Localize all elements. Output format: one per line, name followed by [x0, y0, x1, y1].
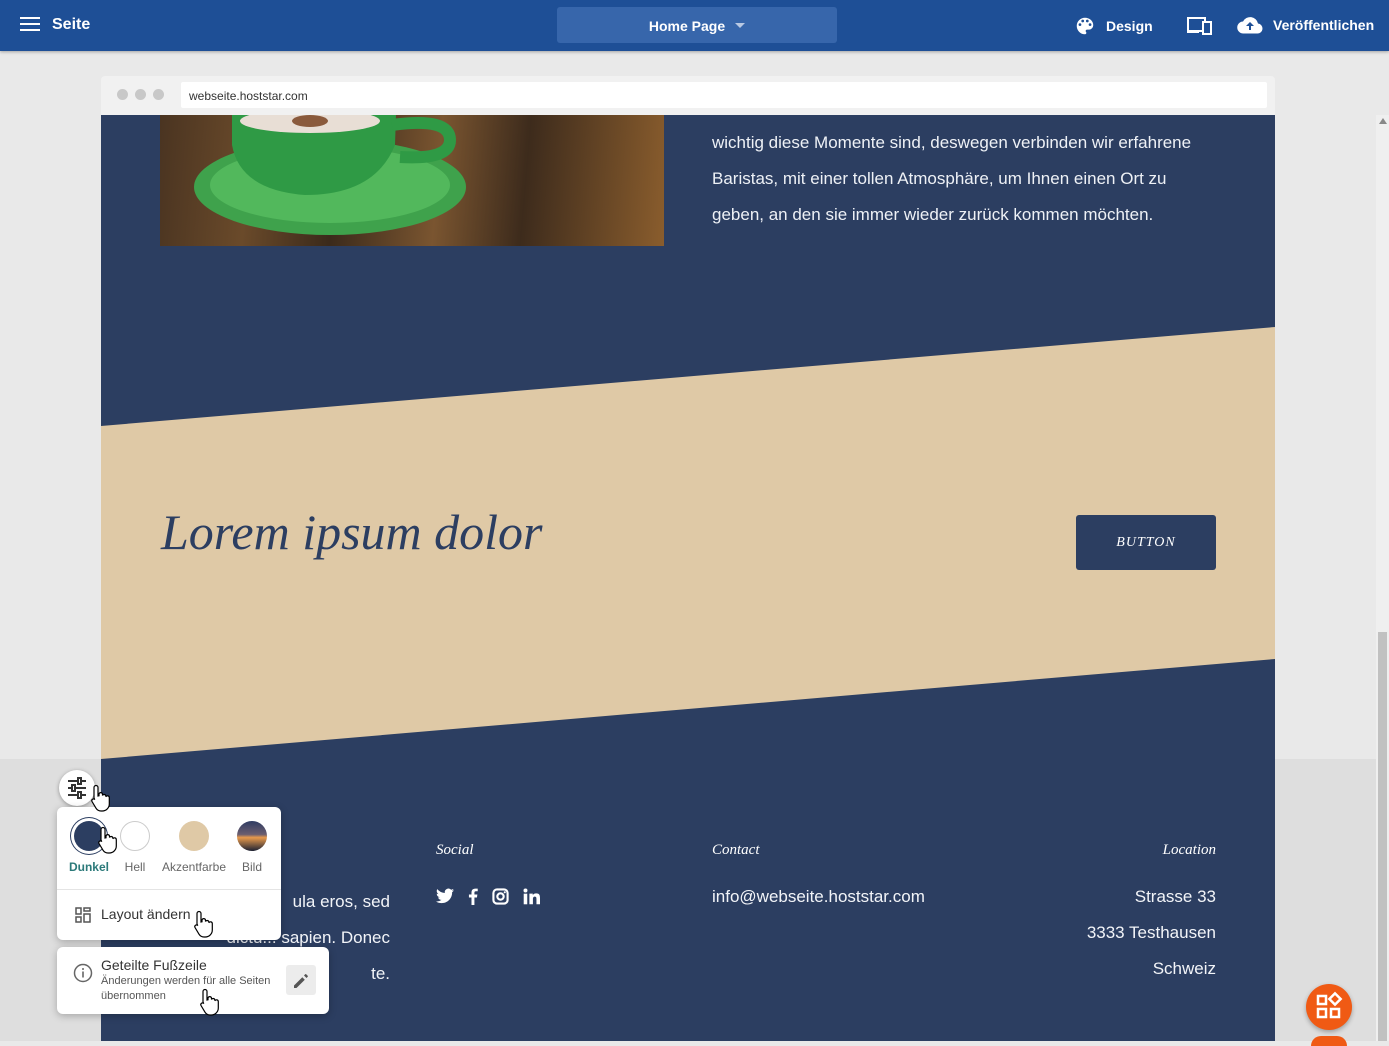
accent-swatch[interactable] [179, 821, 209, 851]
publish-button[interactable]: Veröffentlichen [1237, 15, 1374, 35]
window-dot [153, 89, 164, 100]
devices-icon [1187, 17, 1212, 35]
design-label: Design [1106, 18, 1153, 34]
layout-icon [75, 907, 91, 923]
banner-title: Lorem ipsum dolor [161, 504, 543, 560]
browser-chrome: webseite.hoststar.com [101, 76, 1275, 115]
light-swatch[interactable] [120, 821, 150, 851]
section-style-popup: Dunkel Hell Akzentfarbe Bild Layout ände… [57, 807, 281, 940]
edit-footer-button[interactable] [286, 965, 316, 995]
accent-label: Akzentfarbe [161, 860, 227, 874]
hand-cursor-icon [91, 784, 110, 812]
shared-footer-subtitle: Änderungen werden für alle Seiten überno… [101, 975, 271, 1002]
banner-button[interactable]: BUTTON [1076, 515, 1216, 570]
address-line: 3333 Testhausen [1086, 923, 1216, 942]
palette-icon [1076, 17, 1094, 35]
cloud-upload-icon [1237, 17, 1263, 34]
scrollbar-thumb[interactable] [1378, 632, 1387, 1041]
contact-heading: Contact [712, 842, 760, 858]
light-label: Hell [124, 860, 146, 874]
add-section-button[interactable] [1306, 984, 1352, 1030]
chevron-down-icon [735, 22, 746, 28]
app-title: Seite [52, 16, 91, 33]
change-layout-label: Layout ändern [101, 906, 191, 922]
twitter-icon[interactable] [436, 888, 454, 904]
instagram-icon[interactable] [492, 888, 509, 905]
scroll-up-arrow[interactable] [1379, 118, 1387, 124]
address-line: Strasse 33 [1134, 887, 1216, 906]
pencil-icon [294, 974, 308, 988]
window-dot [117, 89, 128, 100]
image-label: Bild [241, 860, 262, 874]
shared-footer-popup: Geteilte Fußzeile Änderungen werden für … [57, 947, 329, 1014]
device-preview-button[interactable] [1187, 16, 1223, 36]
change-layout-item[interactable]: Layout ändern [57, 889, 281, 940]
background-options: Dunkel Hell Akzentfarbe Bild [57, 807, 281, 887]
image-swatch[interactable] [237, 821, 267, 851]
address-line: Schweiz [1152, 959, 1216, 978]
shared-footer-title: Geteilte Fußzeile [101, 957, 207, 973]
social-icons [436, 888, 540, 905]
address-block: Strasse 33 3333 Testhausen Schweiz [1016, 879, 1216, 987]
location-heading: Location [1162, 842, 1216, 858]
top-bar: Seite Home Page Design Veröffentlichen [0, 0, 1389, 51]
menu-icon[interactable] [20, 17, 40, 33]
page-selector[interactable]: Home Page [557, 7, 837, 43]
info-icon [73, 963, 93, 983]
facebook-icon[interactable] [468, 888, 478, 905]
page-selector-label: Home Page [648, 18, 726, 34]
hand-cursor-icon [98, 826, 117, 854]
design-button[interactable]: Design [1074, 15, 1153, 37]
social-heading: Social [436, 842, 474, 858]
hand-cursor-icon [200, 988, 219, 1016]
linkedin-icon[interactable] [523, 888, 540, 905]
widgets-icon [1316, 991, 1343, 1019]
window-dot [135, 89, 146, 100]
dark-label: Dunkel [68, 860, 109, 874]
contact-email[interactable]: info@webseite.hoststar.com [712, 879, 925, 915]
hand-cursor-icon [194, 910, 213, 938]
url-bar: webseite.hoststar.com [181, 82, 1267, 108]
secondary-fab[interactable] [1311, 1036, 1347, 1046]
publish-label: Veröffentlichen [1273, 17, 1375, 33]
